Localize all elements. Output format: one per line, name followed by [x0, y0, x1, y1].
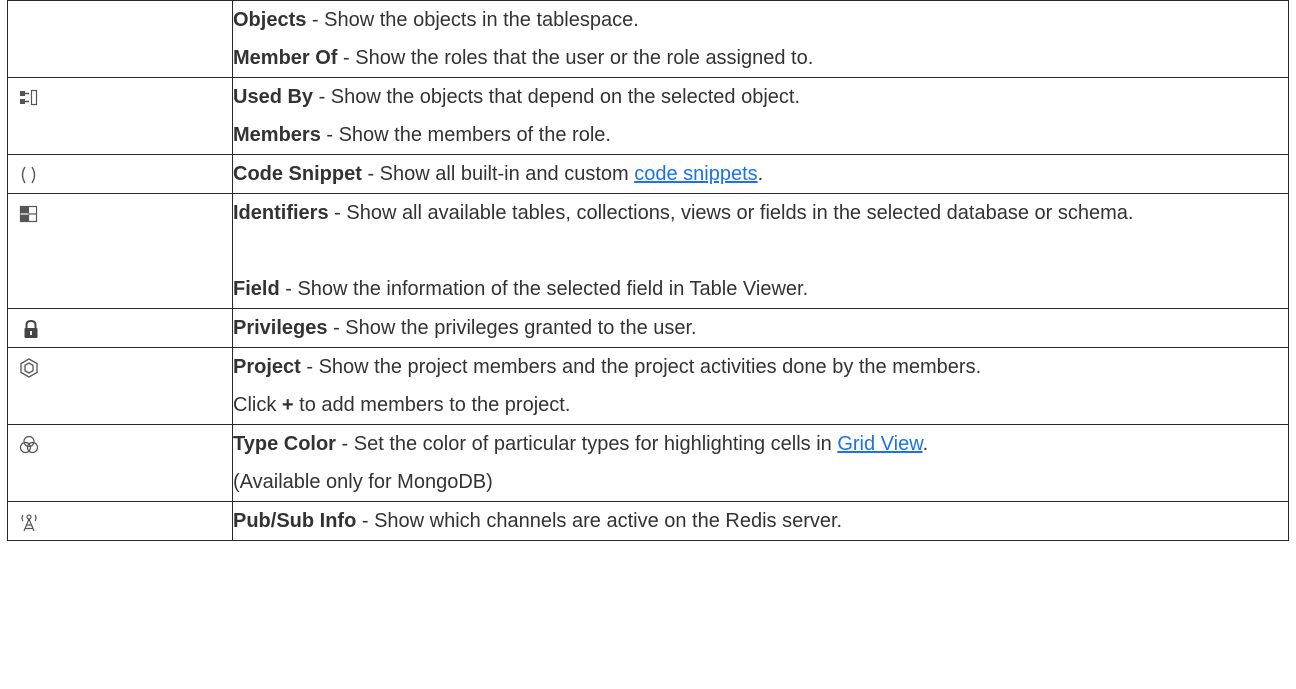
icon-cell: [7, 193, 233, 309]
description-cell: Pub/Sub Info - Show which channels are a…: [232, 501, 1289, 541]
icon-cell: [7, 424, 233, 502]
feature-table: Objects - Show the objects in the tables…: [7, 0, 1289, 541]
description-cell: Identifiers - Show all available tables,…: [232, 193, 1289, 309]
table-row: Privileges - Show the privileges granted…: [7, 308, 1289, 348]
term-code-snippet: Code Snippet: [233, 163, 362, 185]
description-cell: Project - Show the project members and t…: [232, 347, 1289, 425]
code-snippets-link[interactable]: code snippets: [634, 163, 757, 185]
description-line: Code Snippet - Show all built-in and cus…: [233, 163, 764, 185]
description-line: Field - Show the information of the sele…: [233, 278, 809, 300]
icon-cell: [7, 308, 233, 348]
description-cell: Used By - Show the objects that depend o…: [232, 77, 1289, 155]
description-line: Click + to add members to the project.: [233, 394, 571, 416]
term-objects: Objects: [233, 9, 307, 31]
description-line: Used By - Show the objects that depend o…: [233, 86, 801, 108]
term-plus: +: [281, 394, 294, 416]
icon-cell: [7, 154, 233, 194]
color-circles-icon: [18, 434, 40, 456]
description-line: Type Color - Set the color of particular…: [233, 433, 929, 455]
description-line: Identifiers - Show all available tables,…: [233, 202, 1134, 224]
hexagon-icon: [18, 357, 40, 379]
description-line: Objects - Show the objects in the tables…: [233, 9, 639, 31]
term-privileges: Privileges: [233, 317, 328, 339]
grid-icon: [18, 203, 40, 225]
lock-icon: [20, 318, 42, 340]
term-type-color: Type Color: [233, 433, 336, 455]
description-cell: Code Snippet - Show all built-in and cus…: [232, 154, 1289, 194]
description-line: Privileges - Show the privileges granted…: [233, 317, 697, 339]
description-line: (Available only for MongoDB): [233, 471, 493, 493]
icon-cell: [7, 501, 233, 541]
icon-cell: [7, 0, 233, 78]
term-project: Project: [233, 356, 301, 378]
term-used-by: Used By: [233, 86, 314, 108]
table-row: Pub/Sub Info - Show which channels are a…: [7, 501, 1289, 541]
description-line: Member Of - Show the roles that the user…: [233, 47, 814, 69]
table-row: Type Color - Set the color of particular…: [7, 424, 1289, 502]
description-cell: Privileges - Show the privileges granted…: [232, 308, 1289, 348]
term-pub-sub-info: Pub/Sub Info: [233, 510, 357, 532]
table-row: Identifiers - Show all available tables,…: [7, 193, 1289, 309]
description-cell: Objects - Show the objects in the tables…: [232, 0, 1289, 78]
table-row: Code Snippet - Show all built-in and cus…: [7, 154, 1289, 194]
table-row: Objects - Show the objects in the tables…: [7, 0, 1289, 78]
term-identifiers: Identifiers: [233, 202, 329, 224]
parentheses-icon: [18, 164, 40, 186]
used-by-icon: [18, 87, 40, 109]
description-line: Project - Show the project members and t…: [233, 356, 982, 378]
table-row: Project - Show the project members and t…: [7, 347, 1289, 425]
broadcast-tower-icon: [18, 511, 40, 533]
term-members: Members: [233, 124, 321, 146]
table-row: Used By - Show the objects that depend o…: [7, 77, 1289, 155]
grid-view-link[interactable]: Grid View: [837, 433, 922, 455]
term-member-of: Member Of: [233, 47, 338, 69]
description-line: Members - Show the members of the role.: [233, 124, 611, 146]
description-line: Pub/Sub Info - Show which channels are a…: [233, 510, 843, 532]
icon-cell: [7, 77, 233, 155]
icon-cell: [7, 347, 233, 425]
description-cell: Type Color - Set the color of particular…: [232, 424, 1289, 502]
term-field: Field: [233, 278, 280, 300]
